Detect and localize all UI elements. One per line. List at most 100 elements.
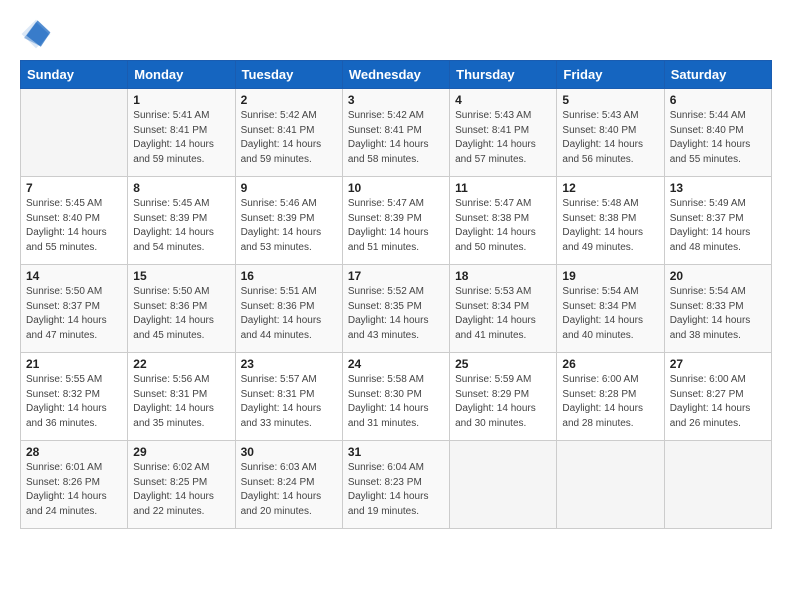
day-detail: Sunrise: 5:55 AM Sunset: 8:32 PM Dayligh…	[26, 373, 122, 431]
day-header-friday: Friday	[557, 61, 664, 89]
day-detail: Sunrise: 6:00 AM Sunset: 8:27 PM Dayligh…	[670, 373, 766, 431]
calendar-cell: 10 Sunrise: 5:47 AM Sunset: 8:39 PM Dayli…	[342, 177, 449, 265]
day-detail: Sunrise: 5:58 AM Sunset: 8:30 PM Dayligh…	[348, 373, 444, 431]
logo-icon	[20, 18, 52, 50]
day-header-tuesday: Tuesday	[235, 61, 342, 89]
day-number: 26	[562, 357, 658, 371]
calendar-cell: 13Sunrise: 5:49 AM Sunset: 8:37 PM Dayli…	[664, 177, 771, 265]
day-detail: Sunrise: 5:42 AM Sunset: 8:41 PM Dayligh…	[241, 109, 337, 167]
calendar-cell: 2 Sunrise: 5:42 AM Sunset: 8:41 PM Daylig…	[235, 89, 342, 177]
calendar-cell: 29 Sunrise: 6:02 AM Sunset: 8:25 PM Dayli…	[128, 441, 235, 529]
day-detail: Sunrise: 5:53 AM Sunset: 8:34 PM Dayligh…	[455, 285, 551, 343]
week-row-3: 21 Sunrise: 5:55 AM Sunset: 8:32 PM Dayli…	[21, 353, 772, 441]
day-detail: Sunrise: 5:49 AM Sunset: 8:37 PM Dayligh…	[670, 197, 766, 255]
calendar-cell: 23Sunrise: 5:57 AM Sunset: 8:31 PM Dayli…	[235, 353, 342, 441]
calendar-cell: 5Sunrise: 5:43 AM Sunset: 8:40 PM Daylig…	[557, 89, 664, 177]
day-number: 2	[241, 93, 337, 107]
calendar-cell: 21 Sunrise: 5:55 AM Sunset: 8:32 PM Dayli…	[21, 353, 128, 441]
day-detail: Sunrise: 6:02 AM Sunset: 8:25 PM Dayligh…	[133, 461, 229, 519]
day-number: 23	[241, 357, 337, 371]
day-detail: Sunrise: 5:41 AM Sunset: 8:41 PM Dayligh…	[133, 109, 229, 167]
day-number: 3	[348, 93, 444, 107]
calendar-cell: 26 Sunrise: 6:00 AM Sunset: 8:28 PM Dayli…	[557, 353, 664, 441]
day-header-monday: Monday	[128, 61, 235, 89]
day-detail: Sunrise: 6:01 AM Sunset: 8:26 PM Dayligh…	[26, 461, 122, 519]
calendar-cell	[557, 441, 664, 529]
day-number: 30	[241, 445, 337, 459]
day-number: 17	[348, 269, 444, 283]
calendar-cell: 18 Sunrise: 5:53 AM Sunset: 8:34 PM Dayli…	[450, 265, 557, 353]
calendar-cell: 20 Sunrise: 5:54 AM Sunset: 8:33 PM Dayli…	[664, 265, 771, 353]
day-number: 29	[133, 445, 229, 459]
calendar-cell: 14Sunrise: 5:50 AM Sunset: 8:37 PM Dayli…	[21, 265, 128, 353]
day-detail: Sunrise: 5:43 AM Sunset: 8:40 PM Dayligh…	[562, 109, 658, 167]
calendar-cell: 16Sunrise: 5:51 AM Sunset: 8:36 PM Dayli…	[235, 265, 342, 353]
day-header-sunday: Sunday	[21, 61, 128, 89]
day-number: 14	[26, 269, 122, 283]
day-detail: Sunrise: 6:04 AM Sunset: 8:23 PM Dayligh…	[348, 461, 444, 519]
day-detail: Sunrise: 5:54 AM Sunset: 8:34 PM Dayligh…	[562, 285, 658, 343]
day-detail: Sunrise: 6:03 AM Sunset: 8:24 PM Dayligh…	[241, 461, 337, 519]
day-number: 20	[670, 269, 766, 283]
calendar-cell: 6 Sunrise: 5:44 AM Sunset: 8:40 PM Daylig…	[664, 89, 771, 177]
calendar-cell: 3 Sunrise: 5:42 AM Sunset: 8:41 PM Daylig…	[342, 89, 449, 177]
week-row-0: 1 Sunrise: 5:41 AM Sunset: 8:41 PM Daylig…	[21, 89, 772, 177]
day-detail: Sunrise: 5:44 AM Sunset: 8:40 PM Dayligh…	[670, 109, 766, 167]
day-number: 19	[562, 269, 658, 283]
day-detail: Sunrise: 5:46 AM Sunset: 8:39 PM Dayligh…	[241, 197, 337, 255]
calendar-cell: 11 Sunrise: 5:47 AM Sunset: 8:38 PM Dayli…	[450, 177, 557, 265]
week-row-1: 7 Sunrise: 5:45 AM Sunset: 8:40 PM Daylig…	[21, 177, 772, 265]
calendar-cell: 9 Sunrise: 5:46 AM Sunset: 8:39 PM Daylig…	[235, 177, 342, 265]
calendar-cell	[664, 441, 771, 529]
calendar-cell: 4 Sunrise: 5:43 AM Sunset: 8:41 PM Daylig…	[450, 89, 557, 177]
day-detail: Sunrise: 5:51 AM Sunset: 8:36 PM Dayligh…	[241, 285, 337, 343]
day-detail: Sunrise: 5:42 AM Sunset: 8:41 PM Dayligh…	[348, 109, 444, 167]
days-header-row: SundayMondayTuesdayWednesdayThursdayFrid…	[21, 61, 772, 89]
day-number: 12	[562, 181, 658, 195]
calendar-cell: 15Sunrise: 5:50 AM Sunset: 8:36 PM Dayli…	[128, 265, 235, 353]
calendar-cell: 28 Sunrise: 6:01 AM Sunset: 8:26 PM Dayli…	[21, 441, 128, 529]
day-detail: Sunrise: 6:00 AM Sunset: 8:28 PM Dayligh…	[562, 373, 658, 431]
week-row-2: 14Sunrise: 5:50 AM Sunset: 8:37 PM Dayli…	[21, 265, 772, 353]
calendar-cell: 12 Sunrise: 5:48 AM Sunset: 8:38 PM Dayli…	[557, 177, 664, 265]
day-number: 28	[26, 445, 122, 459]
day-number: 6	[670, 93, 766, 107]
calendar-cell: 25 Sunrise: 5:59 AM Sunset: 8:29 PM Dayli…	[450, 353, 557, 441]
calendar-cell: 30 Sunrise: 6:03 AM Sunset: 8:24 PM Dayli…	[235, 441, 342, 529]
day-number: 24	[348, 357, 444, 371]
day-header-wednesday: Wednesday	[342, 61, 449, 89]
day-number: 18	[455, 269, 551, 283]
day-number: 9	[241, 181, 337, 195]
calendar-cell: 27Sunrise: 6:00 AM Sunset: 8:27 PM Dayli…	[664, 353, 771, 441]
day-number: 4	[455, 93, 551, 107]
day-detail: Sunrise: 5:59 AM Sunset: 8:29 PM Dayligh…	[455, 373, 551, 431]
calendar-cell: 31 Sunrise: 6:04 AM Sunset: 8:23 PM Dayli…	[342, 441, 449, 529]
day-number: 25	[455, 357, 551, 371]
day-detail: Sunrise: 5:54 AM Sunset: 8:33 PM Dayligh…	[670, 285, 766, 343]
day-number: 31	[348, 445, 444, 459]
day-number: 15	[133, 269, 229, 283]
day-detail: Sunrise: 5:43 AM Sunset: 8:41 PM Dayligh…	[455, 109, 551, 167]
day-number: 21	[26, 357, 122, 371]
day-detail: Sunrise: 5:52 AM Sunset: 8:35 PM Dayligh…	[348, 285, 444, 343]
calendar-cell: 22 Sunrise: 5:56 AM Sunset: 8:31 PM Dayli…	[128, 353, 235, 441]
day-detail: Sunrise: 5:47 AM Sunset: 8:39 PM Dayligh…	[348, 197, 444, 255]
day-detail: Sunrise: 5:47 AM Sunset: 8:38 PM Dayligh…	[455, 197, 551, 255]
calendar-cell	[450, 441, 557, 529]
day-number: 1	[133, 93, 229, 107]
day-number: 10	[348, 181, 444, 195]
day-number: 8	[133, 181, 229, 195]
day-detail: Sunrise: 5:56 AM Sunset: 8:31 PM Dayligh…	[133, 373, 229, 431]
calendar-cell: 24 Sunrise: 5:58 AM Sunset: 8:30 PM Dayli…	[342, 353, 449, 441]
day-number: 22	[133, 357, 229, 371]
day-number: 11	[455, 181, 551, 195]
calendar-table: SundayMondayTuesdayWednesdayThursdayFrid…	[20, 60, 772, 529]
day-detail: Sunrise: 5:48 AM Sunset: 8:38 PM Dayligh…	[562, 197, 658, 255]
calendar-cell: 7 Sunrise: 5:45 AM Sunset: 8:40 PM Daylig…	[21, 177, 128, 265]
week-row-4: 28 Sunrise: 6:01 AM Sunset: 8:26 PM Dayli…	[21, 441, 772, 529]
calendar-cell: 17 Sunrise: 5:52 AM Sunset: 8:35 PM Dayli…	[342, 265, 449, 353]
day-number: 7	[26, 181, 122, 195]
day-detail: Sunrise: 5:45 AM Sunset: 8:40 PM Dayligh…	[26, 197, 122, 255]
calendar-cell	[21, 89, 128, 177]
calendar-cell: 8Sunrise: 5:45 AM Sunset: 8:39 PM Daylig…	[128, 177, 235, 265]
